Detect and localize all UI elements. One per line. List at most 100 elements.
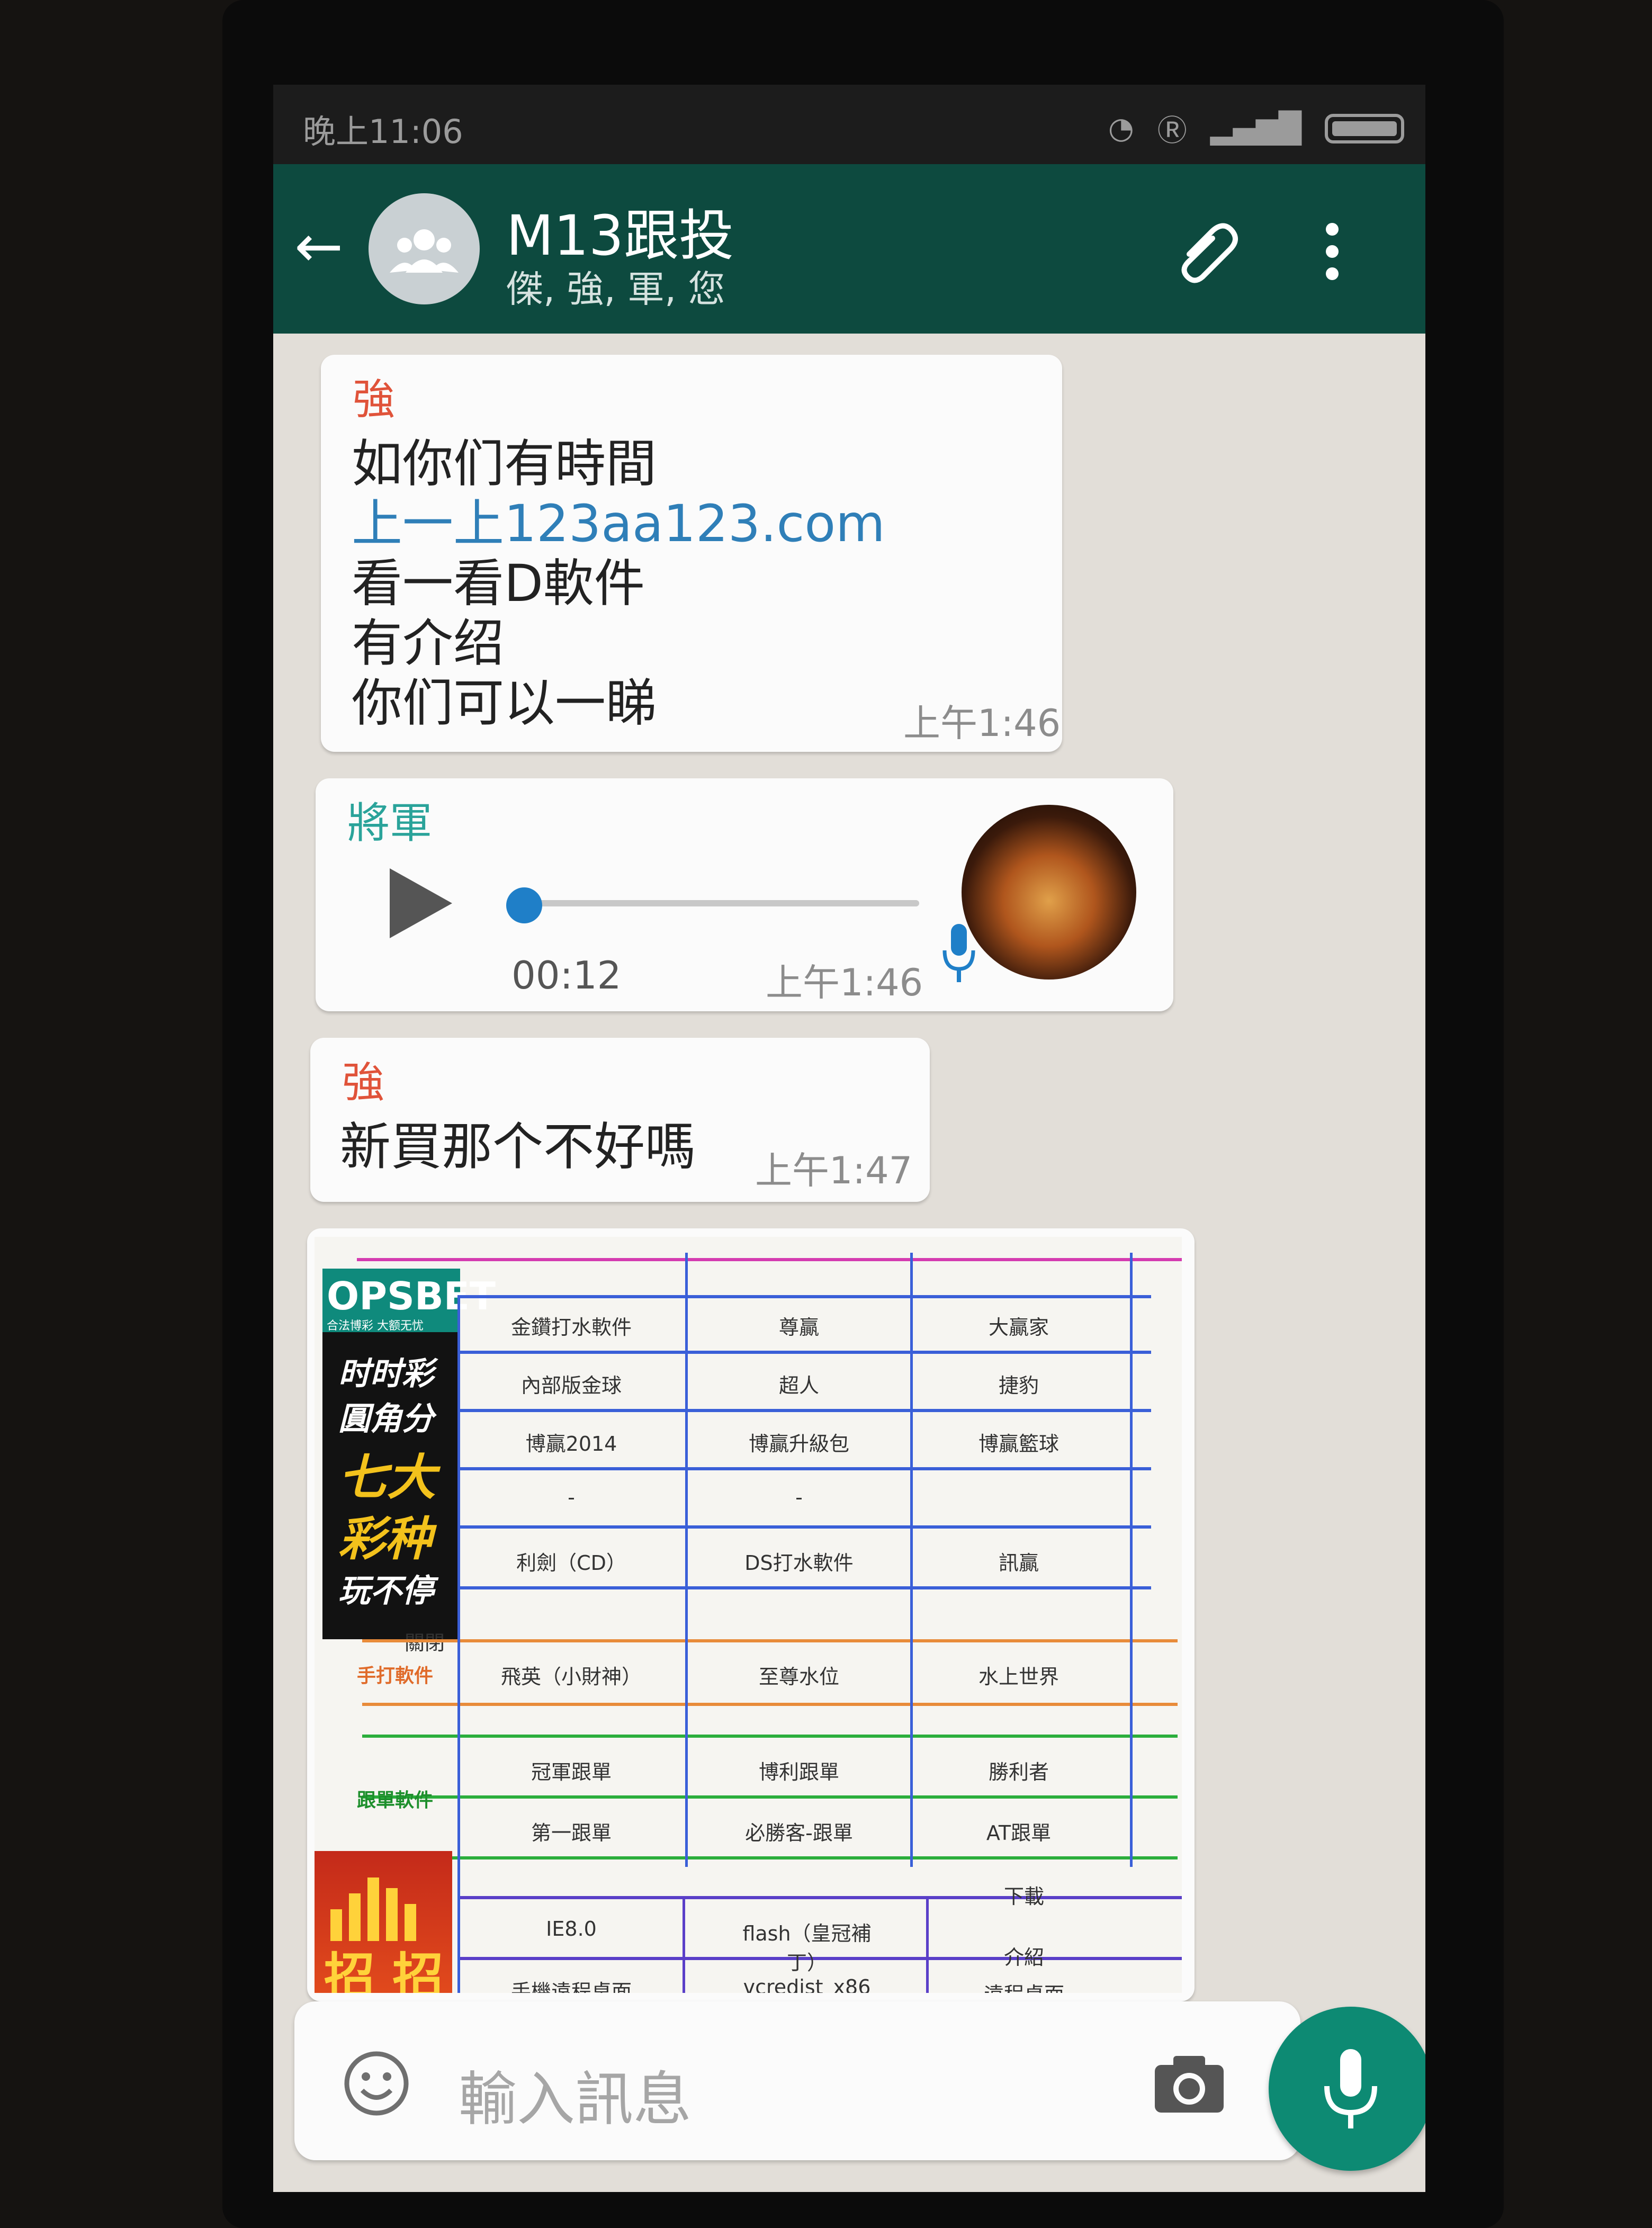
table-cell[interactable]: 冠軍跟單 xyxy=(492,1756,651,1785)
phone-screen: 晚上11:06 ◔ Ⓡ ▂▄▆█ ← M13跟投 傑, 強, 軍, 您 強 如你… xyxy=(273,85,1425,2192)
banner-top: OPSBET 合法博彩 大额无忧 xyxy=(322,1269,496,1333)
message-time: 上午1:47 xyxy=(755,1149,913,1192)
table-cell: - xyxy=(795,1486,803,1509)
chat-header: ← M13跟投 傑, 強, 軍, 您 xyxy=(273,164,1425,334)
software-list-image[interactable]: OPSBET 合法博彩 大额无忧 时时彩 圓角分 七大 彩种 玩不停 關閉 手打… xyxy=(315,1237,1182,1993)
message-sender: 將軍 xyxy=(347,798,432,848)
banner-tagline: 合法博彩 大额无忧 xyxy=(327,1319,424,1333)
table-cell[interactable]: 博贏籃球 xyxy=(939,1427,1098,1457)
back-arrow-icon[interactable]: ← xyxy=(294,217,343,275)
voice-record-button[interactable] xyxy=(1269,2007,1425,2171)
table-cell[interactable]: 水上世界 xyxy=(939,1660,1098,1690)
group-avatar-icon[interactable] xyxy=(369,193,480,304)
table-cell[interactable]: 必勝客-跟單 xyxy=(720,1817,878,1846)
table-cell[interactable]: 利劍（CD） xyxy=(492,1547,651,1576)
download-cell[interactable]: 下載 xyxy=(945,1880,1103,1909)
table-rule xyxy=(357,1258,1182,1261)
table-rule xyxy=(457,1586,1151,1589)
table-cell[interactable]: AT跟單 xyxy=(939,1817,1098,1846)
status-icons: ◔ Ⓡ ▂▄▆█ xyxy=(1108,107,1404,150)
table-cell[interactable]: DS打水軟件 xyxy=(720,1547,878,1576)
table-rule xyxy=(457,1295,460,1993)
banner-line: 圓角分 xyxy=(338,1400,434,1438)
message-text: 如你们有時間 xyxy=(352,434,657,493)
message-bubble[interactable]: 強 新買那个不好嗎 上午1:47 xyxy=(310,1038,930,1202)
voice-progress-track[interactable] xyxy=(517,900,919,906)
table-rule xyxy=(457,1409,1151,1412)
camera-icon[interactable] xyxy=(1152,2052,1226,2115)
table-cell[interactable]: 尊贏 xyxy=(720,1311,878,1340)
chat-title[interactable]: M13跟投 xyxy=(506,191,734,271)
message-input[interactable]: 輸入訊息 xyxy=(459,2052,692,2136)
table-rule xyxy=(362,1735,1178,1738)
status-bar: 晚上11:06 ◔ Ⓡ ▂▄▆█ xyxy=(273,85,1425,164)
chat-members[interactable]: 傑, 強, 軍, 您 xyxy=(506,259,725,313)
table-cell[interactable]: 博利跟單 xyxy=(720,1756,878,1785)
message-link[interactable]: 上一上123aa123.com xyxy=(352,494,885,554)
table-cell[interactable]: 內部版金球 xyxy=(492,1369,651,1398)
table-cell[interactable]: 金鑽打水軟件 xyxy=(492,1311,651,1340)
table-rule xyxy=(362,1703,1178,1706)
voice-progress-thumb[interactable] xyxy=(506,887,542,923)
banner-line: 彩种 xyxy=(338,1512,432,1566)
wifi-icon: ◔ xyxy=(1108,111,1134,146)
message-sender: 強 xyxy=(342,1058,384,1107)
mic-icon xyxy=(942,924,975,982)
registered-icon: Ⓡ xyxy=(1157,114,1187,148)
section-label-manual: 手打軟件 xyxy=(357,1665,434,1687)
table-rule xyxy=(1130,1253,1133,1867)
table-rule xyxy=(926,1896,929,1993)
banner-line: 七大 xyxy=(338,1449,436,1506)
table-cell[interactable]: IE8.0 xyxy=(492,1917,651,1940)
promo-banner-2: 招 招 xyxy=(315,1851,452,1993)
intro-cell[interactable]: 介紹 xyxy=(945,1941,1103,1970)
banner-line: 玩不停 xyxy=(338,1573,434,1610)
table-cell[interactable]: 博贏升級包 xyxy=(720,1427,878,1457)
table-cell[interactable]: vcredist_x86 xyxy=(728,1975,886,1993)
table-cell[interactable]: 訊贏 xyxy=(939,1547,1098,1576)
table-cell[interactable]: 博贏2014 xyxy=(492,1427,651,1457)
table-cell[interactable]: flash（皇冠補丁） xyxy=(728,1917,886,1975)
table-cell[interactable]: 遠程桌面 xyxy=(945,1978,1103,1993)
table-rule xyxy=(457,1351,1151,1354)
paperclip-icon[interactable] xyxy=(1173,217,1242,286)
table-rule xyxy=(362,1795,1178,1799)
table-cell[interactable]: 手機遠程桌面 xyxy=(492,1975,651,1993)
table-cell[interactable]: 勝利者 xyxy=(939,1756,1098,1785)
table-cell[interactable]: 飛英（小財神） xyxy=(492,1660,651,1690)
message-input-bar[interactable]: 輸入訊息 xyxy=(294,2001,1300,2160)
section-label-follow: 跟單軟件 xyxy=(357,1790,434,1811)
message-time: 上午1:46 xyxy=(766,961,923,1004)
table-cell[interactable]: 第一跟單 xyxy=(492,1817,651,1846)
message-time: 上午1:46 xyxy=(903,702,1061,745)
mic-icon xyxy=(1324,2049,1377,2128)
sender-avatar[interactable] xyxy=(962,805,1136,980)
table-cell[interactable]: 大贏家 xyxy=(939,1311,1098,1340)
banner-line: 时时彩 xyxy=(338,1355,434,1392)
opsbet-banner: OPSBET 合法博彩 大额无忧 时时彩 圓角分 七大 彩种 玩不停 xyxy=(322,1269,496,1639)
table-cell[interactable]: 捷豹 xyxy=(939,1369,1098,1398)
table-rule xyxy=(910,1253,913,1867)
table-cell[interactable]: 超人 xyxy=(720,1369,878,1398)
status-time: 晚上11:06 xyxy=(303,112,463,151)
table-rule xyxy=(683,1896,685,1993)
voice-message-bubble[interactable]: 將軍 00:12 上午1:46 xyxy=(316,778,1173,1011)
table-rule xyxy=(362,1639,1178,1642)
play-icon[interactable] xyxy=(390,868,452,938)
emoji-icon[interactable] xyxy=(342,2049,411,2118)
message-bubble[interactable]: 強 如你们有時間 上一上123aa123.com 看一看D軟件 有介绍 你们可以… xyxy=(321,355,1062,752)
table-rule xyxy=(457,1467,1151,1470)
table-cell[interactable]: 至尊水位 xyxy=(720,1660,878,1690)
promo-banner-2-text: 招 招 xyxy=(324,1947,444,1993)
chat-area[interactable]: 強 如你们有時間 上一上123aa123.com 看一看D軟件 有介绍 你们可以… xyxy=(273,334,1425,2192)
message-text: 新買那个不好嗎 xyxy=(340,1117,696,1176)
table-rule xyxy=(362,1856,1178,1859)
table-rule xyxy=(685,1253,688,1867)
signal-icon: ▂▄▆█ xyxy=(1210,111,1301,146)
voice-duration: 00:12 xyxy=(511,953,622,998)
table-cell: - xyxy=(568,1486,575,1509)
table-rule xyxy=(457,1525,1151,1529)
image-message-bubble[interactable]: OPSBET 合法博彩 大额无忧 时时彩 圓角分 七大 彩种 玩不停 關閉 手打… xyxy=(307,1228,1195,2001)
more-vert-icon[interactable] xyxy=(1322,220,1343,283)
message-sender: 強 xyxy=(353,375,395,424)
